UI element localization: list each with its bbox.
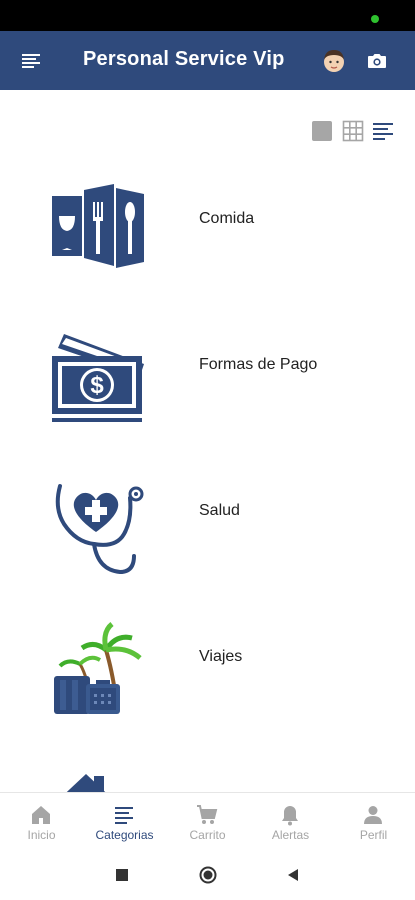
status-bar [0,0,415,31]
bell-icon [282,806,298,826]
nav-label: Categorias [95,828,154,842]
nav-item-alertas[interactable]: Alertas [249,793,332,850]
home-button-icon[interactable] [199,866,217,884]
camera-indicator-dot [371,15,379,23]
food-menu-icon [52,184,144,268]
menu-icon[interactable] [19,49,43,73]
nav-label: Inicio [27,828,56,842]
category-label: Comida [199,210,255,227]
category-label: Viajes [199,648,243,665]
category-item-viajes[interactable]: Viajes [0,598,415,744]
category-item-comida[interactable]: Comida [0,160,415,306]
camera-icon[interactable] [365,49,389,73]
money-icon: $ [52,334,144,422]
nav-item-carrito[interactable]: Carrito [166,793,249,850]
category-item-formas-de-pago[interactable]: $ Formas de Pago [0,306,415,452]
bottom-nav: Inicio Categorias Carrito Alertas Perfil [0,792,415,849]
category-label: Formas de Pago [199,356,318,373]
app-bar: Personal Service Vip [0,31,415,90]
svg-text:$: $ [90,372,104,399]
travel-icon [54,622,142,714]
health-icon [55,484,144,575]
nav-item-categorias[interactable]: Categorias [83,793,166,850]
list-icon [115,807,133,824]
view-toggle [310,119,395,143]
list-view-icon[interactable] [371,119,395,143]
nav-label: Alertas [271,828,310,842]
person-icon [364,806,382,824]
house-icon [66,774,106,792]
system-navigation-bar [0,849,415,900]
home-icon [32,806,50,824]
back-icon[interactable] [284,866,302,884]
category-item-partial[interactable] [0,744,415,792]
avatar-icon[interactable] [320,47,348,75]
category-item-salud[interactable]: Salud [0,452,415,598]
nav-item-inicio[interactable]: Inicio [0,793,83,850]
category-label: Salud [199,502,240,519]
nav-label: Carrito [189,828,226,842]
single-view-icon[interactable] [310,119,334,143]
nav-label: Perfil [359,828,388,842]
category-list: Comida $ Formas de Pago Salud Viajes [0,160,415,792]
app-title: Personal Service Vip [83,48,285,70]
nav-item-perfil[interactable]: Perfil [332,793,415,850]
recents-icon[interactable] [113,866,131,884]
cart-icon [197,805,218,824]
grid-view-icon[interactable] [341,119,365,143]
